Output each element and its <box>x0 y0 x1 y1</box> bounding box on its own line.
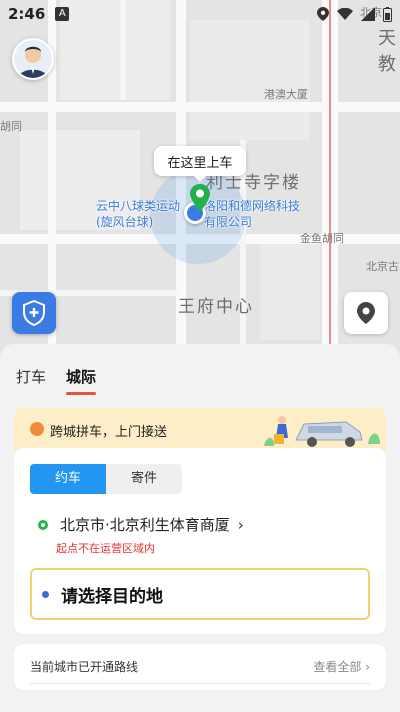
routes-label: 当前城市已开通路线 <box>30 660 139 674</box>
location-pin-icon <box>357 302 375 324</box>
notification-icon: A <box>55 7 70 21</box>
origin-warning: 起点不在运营区域内 <box>56 542 155 555</box>
relocate-button[interactable] <box>344 292 388 334</box>
map-label: 王府中心 <box>178 297 254 317</box>
map-label: 港澳大厦 <box>264 88 308 101</box>
origin-dot-icon <box>38 519 48 530</box>
destination-placeholder: 请选择目的地 <box>61 586 163 607</box>
segment-parcel[interactable]: 寄件 <box>106 464 182 494</box>
poi-right-line1: 洛阳和德网络科技 <box>204 199 301 213</box>
bottom-sheet: 打车 城际 跨城拼车，上门接送 约车 寄件 北京市·北京利生体育商厦 › 起点不… <box>0 344 400 712</box>
booking-type-segment: 约车 寄件 <box>30 464 182 494</box>
signal-icon <box>361 7 375 21</box>
pickup-bubble[interactable]: 在这里上车 <box>154 146 246 182</box>
pickup-bubble-text: 在这里上车 <box>167 155 233 171</box>
open-routes-row[interactable]: 当前城市已开通路线 查看全部 › <box>14 644 386 690</box>
destination-input[interactable]: 请选择目的地 <box>30 568 370 620</box>
poi-right-line2: 有限公司 <box>204 215 253 229</box>
map-label: 教 <box>378 54 398 75</box>
speaker-icon <box>30 422 44 436</box>
poi-left-line1: 云中八球类运动 <box>96 199 181 213</box>
map-label: 胡同 <box>0 120 22 133</box>
shield-icon <box>23 300 45 326</box>
status-time: 2:46 <box>8 5 46 23</box>
user-avatar[interactable] <box>12 38 54 80</box>
view-all-link[interactable]: 查看全部 › <box>313 658 370 675</box>
booking-card: 约车 寄件 北京市·北京利生体育商厦 › 起点不在运营区域内 请选择目的地 <box>14 448 386 634</box>
origin-text: 北京市·北京利生体育商厦 <box>60 516 230 534</box>
chevron-right-icon: › <box>237 515 244 534</box>
promo-text: 跨城拼车，上门接送 <box>50 425 168 440</box>
destination-dot-icon <box>42 590 49 598</box>
safety-shield-button[interactable] <box>12 292 56 334</box>
map-label: 金鱼胡同 <box>300 232 344 245</box>
divider <box>30 683 370 684</box>
poi-left[interactable]: 云中八球类运动 (旋风台球) <box>96 198 180 230</box>
tab-taxi[interactable]: 打车 <box>16 366 46 387</box>
map-view[interactable]: 天 教 王府中心 利士寺字楼 北京 港澳大厦 胡同 金鱼胡同 北京古 云中八球类… <box>0 0 400 360</box>
segment-ride[interactable]: 约车 <box>30 464 106 494</box>
map-label: 北京古 <box>366 260 399 273</box>
wifi-icon <box>337 8 353 20</box>
avatar-icon <box>14 40 52 78</box>
poi-right[interactable]: 洛阳和德网络科技 有限公司 <box>204 198 300 230</box>
view-all-text: 查看全部 <box>313 660 362 674</box>
service-tabs: 打车 城际 <box>16 366 97 395</box>
battery-icon <box>383 6 392 22</box>
poi-left-line2: (旋风台球) <box>96 215 154 229</box>
pickup-pin-icon[interactable] <box>190 184 210 212</box>
tab-intercity[interactable]: 城际 <box>66 366 97 395</box>
origin-row[interactable]: 北京市·北京利生体育商厦 › <box>38 514 244 535</box>
carpool-illustration-icon <box>264 416 380 447</box>
location-status-icon <box>317 7 329 21</box>
status-bar: 2:46 A <box>0 0 400 28</box>
